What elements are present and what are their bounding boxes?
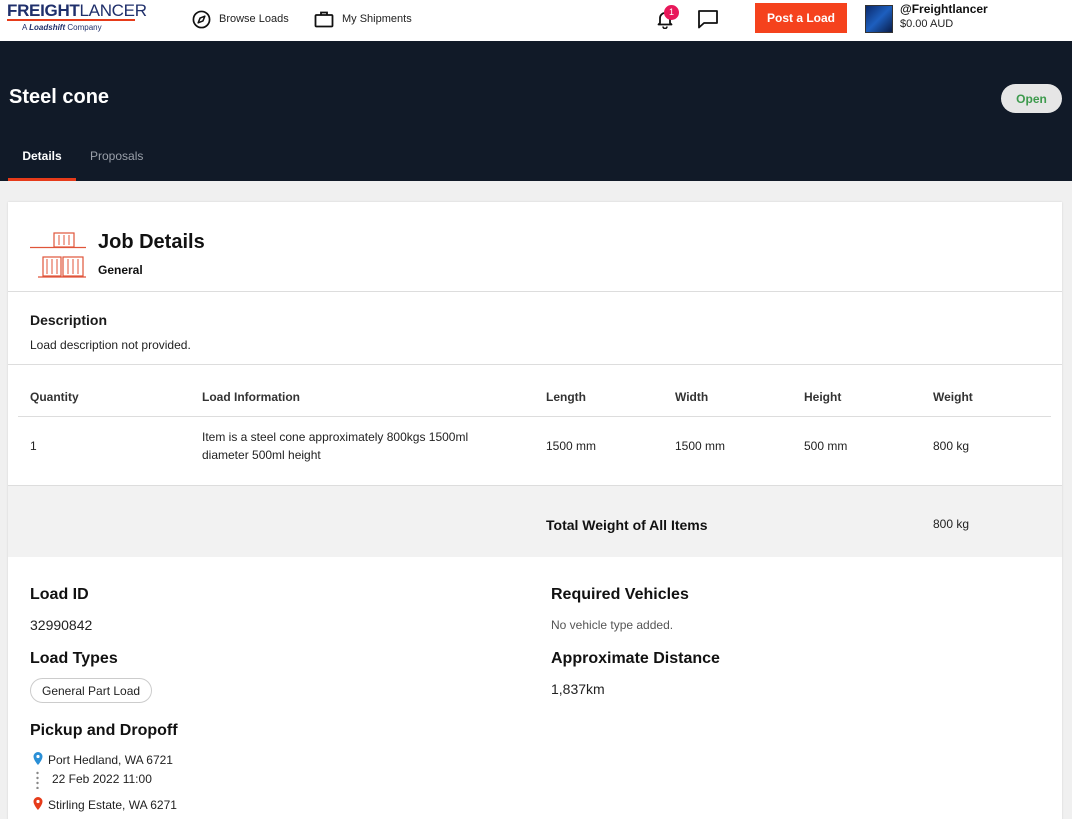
cell-load-information-line2: diameter 500ml height (202, 448, 321, 462)
load-type-chip: General Part Load (30, 678, 153, 703)
required-vehicles-value: No vehicle type added. (551, 618, 674, 632)
logo-underline (7, 19, 135, 21)
cell-width: 1500 mm (675, 439, 726, 453)
cell-height: 500 mm (804, 439, 848, 453)
avatar[interactable] (865, 5, 893, 33)
compass-icon (191, 9, 211, 29)
page-title: Steel cone (9, 86, 110, 108)
logo-text-light: LANCER (79, 1, 147, 20)
tagline-brand: Loadshift (29, 23, 66, 32)
description-label: Description (30, 312, 108, 328)
load-types-label: Load Types (30, 650, 118, 667)
required-vehicles-label: Required Vehicles (551, 586, 689, 603)
cell-load-information-line1: Item is a steel cone approximately 800kg… (202, 430, 469, 444)
cell-length: 1500 mm (546, 439, 597, 453)
user-handle[interactable]: @Freightlancer (900, 2, 988, 16)
dropoff-pin-icon (33, 797, 43, 810)
load-id-label: Load ID (30, 586, 89, 603)
messages-button[interactable] (697, 9, 719, 29)
pickup-pin-icon (33, 752, 43, 765)
column-header-height: Height (804, 390, 842, 404)
divider (8, 291, 1062, 292)
containers-icon (30, 231, 86, 279)
column-header-length: Length (546, 390, 586, 404)
briefcase-icon (314, 9, 334, 29)
job-details-title: Job Details (98, 231, 205, 253)
notification-badge: 1 (664, 5, 679, 20)
job-details-card: Job Details General Description Load des… (8, 202, 1062, 819)
active-tab-indicator (8, 178, 76, 181)
top-navbar: FREIGHTLANCER A Loadshift Company Browse… (0, 0, 1072, 41)
tagline-suffix: Company (67, 23, 102, 32)
chat-icon (698, 10, 718, 29)
pickup-date: 22 Feb 2022 11:00 (52, 772, 152, 786)
approximate-distance-value: 1,837km (551, 681, 605, 697)
pickup-location: Port Hedland, WA 6721 (48, 753, 173, 767)
total-weight-label: Total Weight of All Items (546, 517, 708, 533)
browse-loads-link[interactable]: Browse Loads (191, 9, 289, 29)
post-a-load-button[interactable]: Post a Load (755, 3, 847, 33)
approximate-distance-label: Approximate Distance (551, 650, 720, 667)
status-badge: Open (1001, 84, 1062, 113)
divider (8, 364, 1062, 365)
column-header-load-information: Load Information (202, 390, 300, 404)
cell-weight: 800 kg (933, 439, 970, 453)
tagline-prefix: A (22, 23, 27, 32)
load-id-value: 32990842 (30, 617, 93, 633)
pickup-dropoff-label: Pickup and Dropoff (30, 722, 178, 739)
my-shipments-label: My Shipments (342, 13, 412, 25)
column-header-width: Width (675, 390, 709, 404)
tab-proposals[interactable]: Proposals (90, 149, 143, 163)
job-category: General (98, 263, 143, 277)
user-balance: $0.00 AUD (900, 18, 954, 30)
column-header-quantity: Quantity (30, 390, 79, 404)
route-connector (36, 771, 39, 789)
freightlancer-logo[interactable]: FREIGHTLANCER A Loadshift Company (7, 2, 147, 32)
load-header: Steel cone Open Details Proposals (0, 41, 1072, 181)
total-weight-value: 800 kg (933, 517, 970, 531)
cell-quantity: 1 (30, 439, 37, 453)
browse-loads-label: Browse Loads (219, 13, 289, 25)
dropoff-location: Stirling Estate, WA 6271 (48, 798, 177, 812)
logo-tagline: A Loadshift Company (7, 23, 147, 32)
description-text: Load description not provided. (30, 338, 191, 352)
total-weight-row: Total Weight of All Items 800 kg (8, 485, 1062, 557)
my-shipments-link[interactable]: My Shipments (314, 9, 412, 29)
tab-details[interactable]: Details (8, 149, 76, 163)
column-header-weight: Weight (933, 390, 973, 404)
logo-text-bold: FREIGHT (7, 1, 80, 20)
table-header-divider (18, 416, 1051, 417)
